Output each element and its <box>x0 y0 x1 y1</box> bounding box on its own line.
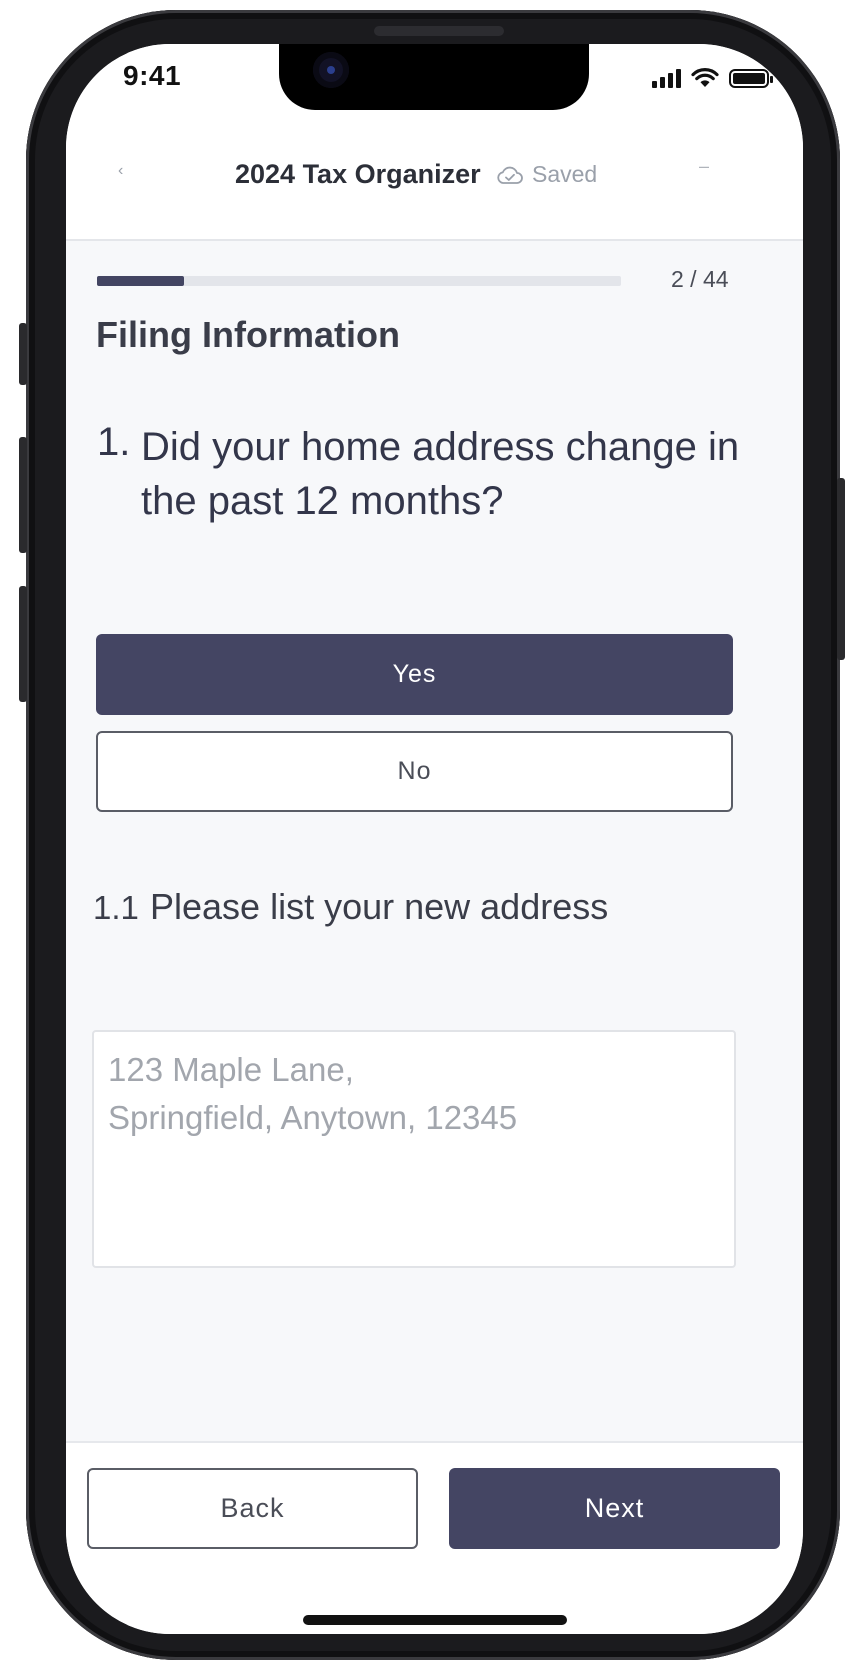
power-button <box>837 478 845 660</box>
earpiece-speaker <box>374 26 504 36</box>
next-button[interactable]: Next <box>449 1468 780 1549</box>
dash-icon[interactable]: – <box>699 156 709 177</box>
mute-switch <box>19 323 27 385</box>
cloud-check-icon <box>497 166 523 184</box>
volume-up-button <box>19 437 27 553</box>
app-screen: 9:41 ‹ 2024 Tax Organizer Saved – 2 / 44… <box>66 44 803 1634</box>
notch <box>279 44 589 110</box>
status-time: 9:41 <box>123 60 182 91</box>
front-camera <box>313 52 349 88</box>
section-title: Filing Information <box>96 314 400 355</box>
wifi-icon <box>691 68 719 87</box>
home-indicator[interactable] <box>303 1615 567 1625</box>
status-icons <box>652 66 773 88</box>
subquestion-text: Please list your new address <box>150 886 609 927</box>
address-textarea[interactable]: 123 Maple Lane, Springfield, Anytown, 12… <box>92 1030 736 1268</box>
question-number: 1. <box>97 420 131 464</box>
back-button[interactable]: Back <box>87 1468 418 1549</box>
question-text: Did your home address change in the past… <box>141 425 740 523</box>
option-yes-button[interactable]: Yes <box>96 634 733 715</box>
chevron-left-icon[interactable]: ‹ <box>118 162 123 180</box>
volume-down-button <box>19 586 27 702</box>
battery-icon <box>729 69 773 88</box>
saved-status: Saved <box>496 161 597 188</box>
subquestion-number: 1.1 <box>93 889 139 926</box>
progress-bar-fill <box>97 276 184 286</box>
progress-count: 2 / 44 <box>671 266 729 292</box>
saved-label: Saved <box>532 161 598 187</box>
cellular-signal-icon <box>652 69 681 88</box>
bottom-bar: Back Next <box>66 1441 803 1634</box>
progress-bar <box>97 276 621 286</box>
page-title: 2024 Tax Organizer <box>235 159 481 189</box>
option-no-button[interactable]: No <box>96 731 733 812</box>
